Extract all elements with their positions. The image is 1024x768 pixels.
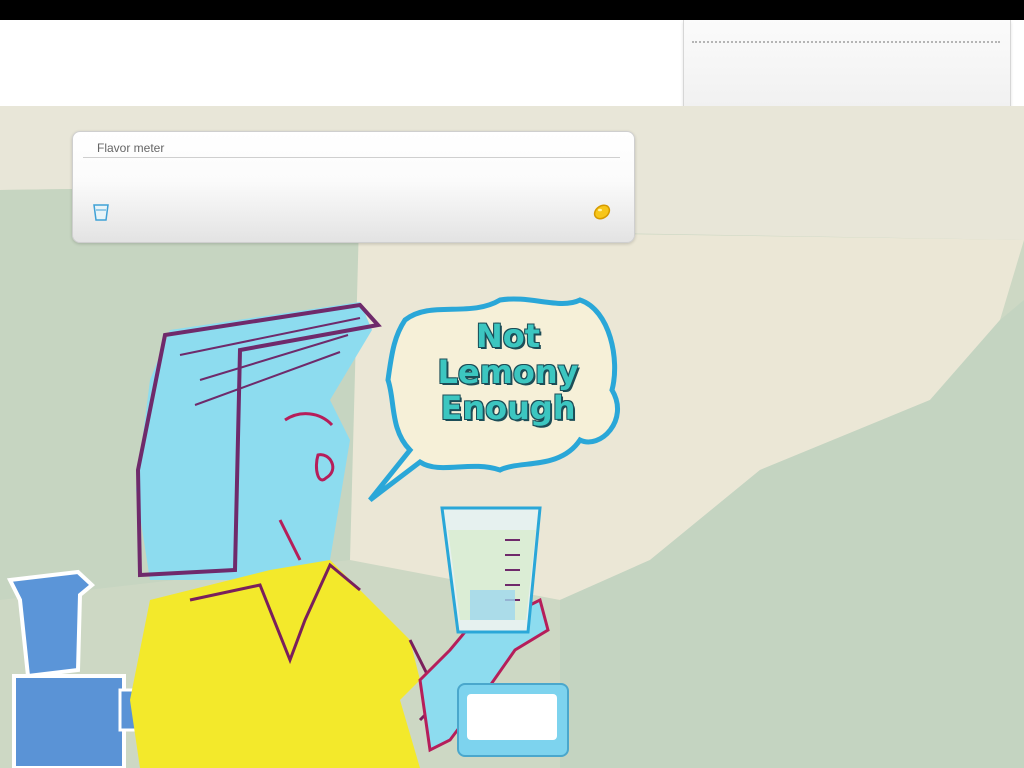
speech-line-3: Enough: [440, 389, 576, 427]
counter-panel[interactable]: [457, 683, 569, 757]
dotted-divider: [692, 41, 1000, 43]
speech-line-1: Not: [475, 317, 541, 355]
flavor-meter-panel: Flavor meter: [72, 131, 635, 243]
meter-divider: [83, 157, 620, 158]
cup-icon: [91, 202, 111, 222]
lemon-icon: [591, 200, 613, 222]
lemonade-glass: [440, 506, 542, 634]
speech-bubble-text: Not Lemony Enough: [408, 318, 608, 426]
side-panel[interactable]: [683, 20, 1011, 115]
flavor-meter-title: Flavor meter: [97, 141, 165, 155]
speech-line-2: Lemony: [437, 353, 579, 391]
top-status-bar: [0, 0, 1024, 20]
counter-display: [467, 694, 557, 740]
